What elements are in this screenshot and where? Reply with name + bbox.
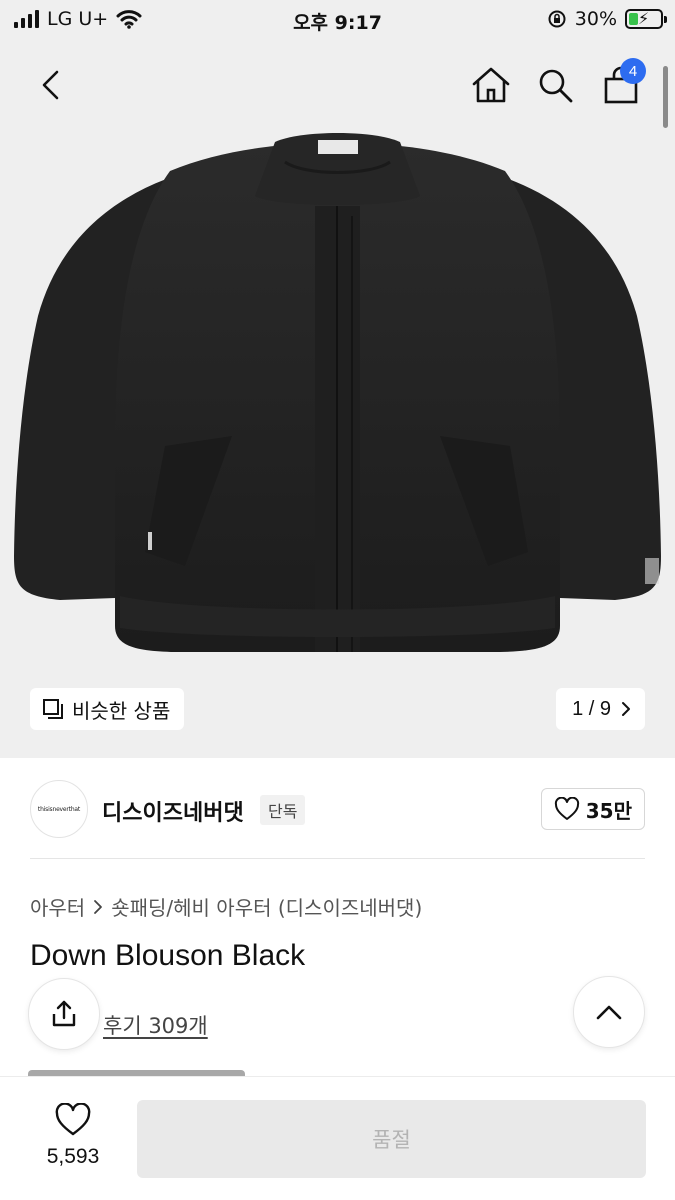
similar-icon (43, 699, 63, 719)
image-pager-label: 1 / 9 (572, 697, 611, 720)
brand-name[interactable]: 디스이즈네버댓 (102, 795, 244, 827)
home-button[interactable] (466, 60, 516, 110)
battery-percent: 30% (574, 8, 617, 30)
scroll-indicator[interactable] (663, 66, 668, 128)
cart-button[interactable]: 4 (596, 58, 646, 110)
search-icon (539, 69, 573, 103)
divider (30, 858, 645, 859)
heart-icon (554, 797, 579, 820)
share-button[interactable] (28, 978, 100, 1050)
bottom-action-bar: 5,593 품절 (0, 1076, 675, 1200)
review-link[interactable]: 후기 309개 (103, 1010, 208, 1040)
product-hero: LG U+ 오후 9:17 30% ⚡ 4 비슷한 상품 1 / 9 (0, 0, 675, 758)
similar-products-label: 비슷한 상품 (72, 698, 171, 723)
breadcrumb-item-outer[interactable]: 아우터 (30, 892, 85, 921)
product-title: Down Blouson Black (30, 939, 306, 972)
cart-badge: 4 (620, 58, 646, 84)
search-button[interactable] (530, 60, 580, 110)
orientation-lock-icon (548, 10, 566, 28)
brand-like-count: 35만 (585, 798, 632, 823)
battery-charging-icon: ⚡ (625, 9, 667, 29)
product-image[interactable] (0, 126, 675, 666)
similar-products-button[interactable]: 비슷한 상품 (30, 688, 185, 730)
chevron-right-icon (94, 899, 103, 914)
brand-logo[interactable]: thisisneverthat (30, 780, 88, 838)
brand-like-button[interactable]: 35만 (540, 788, 645, 830)
soldout-button[interactable]: 품절 (137, 1100, 646, 1178)
home-icon (472, 67, 510, 103)
breadcrumb-item-category[interactable]: 숏패딩/헤비 아우터 (디스이즈네버댓) (111, 892, 422, 921)
back-icon (42, 70, 59, 100)
top-nav: 4 (0, 50, 675, 120)
chevron-up-icon (596, 1005, 622, 1020)
heart-icon (55, 1103, 91, 1136)
status-right: 30% ⚡ (547, 8, 667, 30)
share-icon (52, 1000, 76, 1027)
image-pager[interactable]: 1 / 9 (556, 688, 645, 730)
brand-logo-text: thisisneverthat (37, 805, 81, 813)
wishlist-count: 5,593 (46, 1145, 100, 1168)
brand-row: thisisneverthat 디스이즈네버댓 단독 35만 (30, 778, 645, 840)
exclusive-badge: 단독 (260, 795, 306, 825)
chevron-right-icon (622, 702, 630, 716)
breadcrumb: 아우터 숏패딩/헤비 아우터 (디스이즈네버댓) (30, 892, 422, 921)
status-bar: LG U+ 오후 9:17 30% ⚡ (0, 0, 675, 40)
wishlist-button[interactable]: 5,593 (28, 1103, 118, 1175)
back-button[interactable] (26, 60, 76, 110)
scroll-top-button[interactable] (573, 976, 645, 1048)
